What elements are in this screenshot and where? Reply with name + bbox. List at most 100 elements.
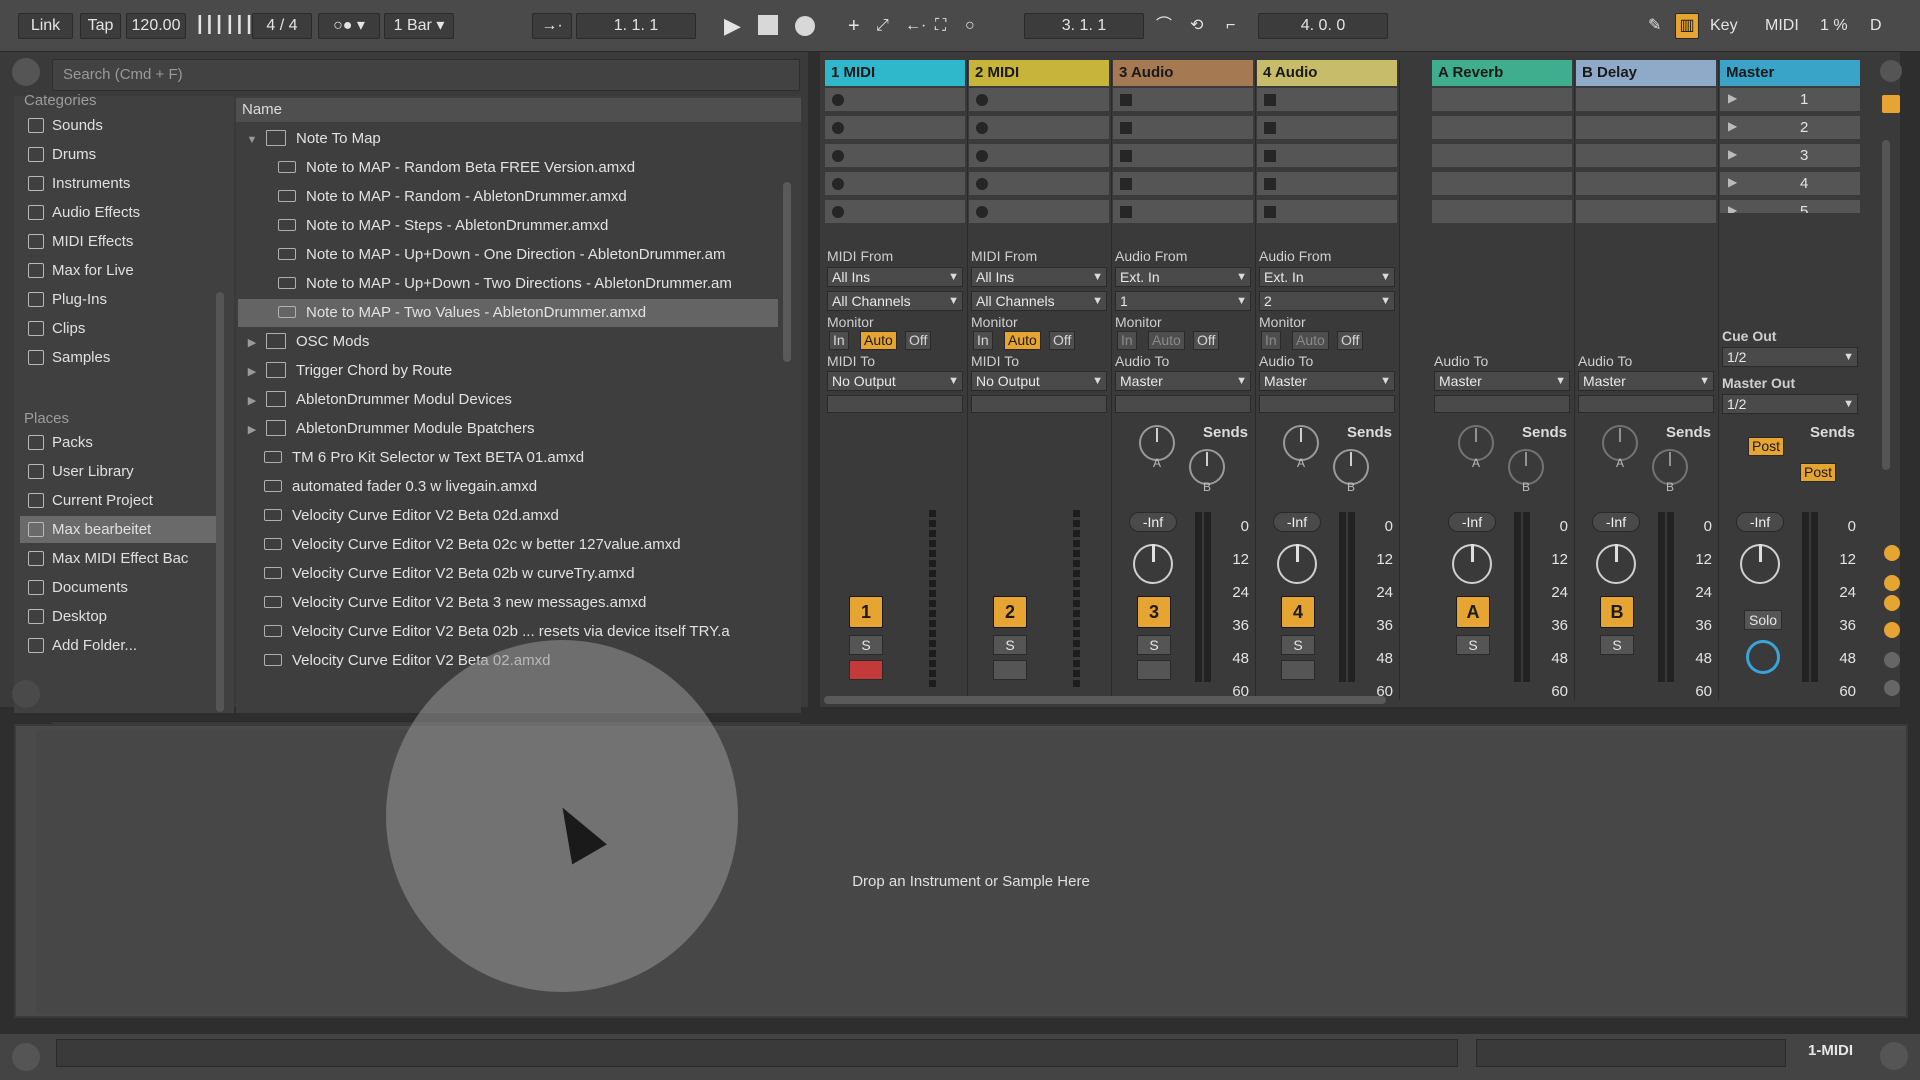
clip-slot[interactable] [825, 172, 965, 196]
volume-readout[interactable]: -Inf [1736, 512, 1784, 532]
sidebar-item-midi-effects[interactable]: MIDI Effects [20, 228, 220, 255]
session-horizontal-scrollbar[interactable] [824, 696, 1386, 704]
stop-slot-icon[interactable] [1120, 122, 1132, 134]
record-icon[interactable] [795, 16, 815, 36]
return-track-header[interactable]: A Reverb [1432, 60, 1572, 86]
sidebar-place-desktop[interactable]: Desktop [20, 603, 220, 630]
capture-icon[interactable]: ⛶ [935, 13, 946, 39]
output-channel-select[interactable] [1578, 395, 1714, 413]
output-select[interactable]: Master [1259, 371, 1395, 391]
sidebar-place-max-midi-effect-bac[interactable]: Max MIDI Effect Bac [20, 545, 220, 572]
monitor-in-button[interactable]: In [973, 331, 993, 350]
record-slot-icon[interactable] [832, 122, 844, 134]
sidebar-item-sounds[interactable]: Sounds [20, 112, 220, 139]
clip-slot[interactable] [1257, 116, 1397, 140]
device-view-toggle-icon[interactable] [1880, 1042, 1908, 1070]
loop-switch-icon[interactable]: ⟲ [1190, 13, 1203, 39]
solo-button[interactable]: S [849, 635, 883, 655]
solo-button[interactable]: S [1281, 635, 1315, 655]
input-type-select[interactable]: Ext. In [1115, 267, 1251, 287]
stop-slot-icon[interactable] [1264, 94, 1276, 106]
monitor-off-button[interactable]: Off [1193, 331, 1220, 350]
clip-slot[interactable] [1113, 200, 1253, 224]
list-item[interactable]: Velocity Curve Editor V2 Beta 02b w curv… [238, 560, 778, 588]
input-channel-select[interactable]: 1 [1115, 291, 1251, 311]
input-type-select[interactable]: All Ins [827, 267, 963, 287]
session-record-icon[interactable]: ○ [965, 13, 975, 39]
record-slot-icon[interactable] [976, 206, 988, 218]
metronome-button[interactable]: ○● ▾ [318, 13, 380, 39]
arm-button[interactable] [993, 660, 1027, 680]
track-volume-knob[interactable] [1133, 544, 1173, 584]
mixer-section-toggle-icon[interactable] [1884, 622, 1900, 638]
list-item[interactable]: Note to MAP - Two Values - AbletonDrumme… [238, 299, 778, 327]
list-item[interactable]: Note to MAP - Up+Down - One Direction - … [238, 241, 778, 269]
returns-toggle-icon[interactable] [1884, 595, 1900, 611]
scene-play-icon[interactable]: ▶ [1728, 203, 1737, 213]
send-b-post-button[interactable]: Post [1800, 463, 1837, 482]
loop-start-field[interactable]: 3. 1. 1 [1024, 13, 1144, 39]
device-drop-zone[interactable]: Drop an Instrument or Sample Here [36, 730, 1906, 1014]
clip-slot[interactable] [1257, 144, 1397, 168]
io-toggle-icon[interactable] [1884, 545, 1900, 561]
stop-slot-icon[interactable] [1264, 178, 1276, 190]
play-icon[interactable]: ▶ [724, 13, 741, 39]
clip-slot[interactable] [825, 200, 965, 224]
stop-slot-icon[interactable] [1120, 206, 1132, 218]
sidebar-item-plug-ins[interactable]: Plug-Ins [20, 286, 220, 313]
expand-triangle-icon[interactable]: ▶ [244, 329, 260, 356]
clip-slot[interactable] [1113, 116, 1253, 140]
master-track-header[interactable]: Master [1720, 60, 1860, 86]
sidebar-item-max-for-live[interactable]: Max for Live [20, 257, 220, 284]
input-channel-select[interactable]: 2 [1259, 291, 1395, 311]
stop-slot-icon[interactable] [1120, 94, 1132, 106]
clip-slot[interactable] [825, 116, 965, 140]
sidebar-place-user-library[interactable]: User Library [20, 458, 220, 485]
list-item[interactable]: Velocity Curve Editor V2 Beta 02b ... re… [238, 618, 778, 646]
list-item[interactable]: ▼ Note To Map [238, 125, 778, 153]
monitor-off-button[interactable]: Off [1337, 331, 1364, 350]
sidebar-item-samples[interactable]: Samples [20, 344, 220, 371]
session-vertical-scrollbar[interactable] [1882, 140, 1890, 470]
sidebar-place-max-bearbeitet[interactable]: Max bearbeitet [20, 516, 220, 543]
punch-out-icon[interactable]: ⌐ [1226, 13, 1235, 39]
record-slot-icon[interactable] [976, 178, 988, 190]
monitor-in-button[interactable]: In [829, 331, 849, 350]
computer-keyboard-icon[interactable]: ▥ [1675, 13, 1699, 39]
clip-slot[interactable] [969, 88, 1109, 112]
scene-launch[interactable]: ▶ 3 [1720, 144, 1860, 168]
volume-readout[interactable]: -Inf [1129, 512, 1177, 532]
list-item[interactable]: automated fader 0.3 w livegain.amxd [238, 473, 778, 501]
cue-out-select[interactable]: 1/2 [1722, 347, 1858, 367]
clip-slot[interactable] [969, 144, 1109, 168]
stop-icon[interactable] [758, 15, 778, 35]
scene-play-icon[interactable]: ▶ [1728, 119, 1737, 133]
output-channel-select[interactable] [1434, 395, 1570, 413]
track-activator-button[interactable]: 2 [993, 596, 1027, 628]
list-item[interactable]: ▶ AbletonDrummer Module Bpatchers [238, 415, 778, 443]
scene-launch[interactable]: ▶ 1 [1720, 88, 1860, 112]
record-slot-icon[interactable] [976, 150, 988, 162]
solo-button[interactable]: S [1456, 635, 1490, 655]
link-button[interactable]: Link [18, 13, 73, 39]
key-map-button[interactable]: Key [1710, 13, 1738, 39]
master-out-select[interactable]: 1/2 [1722, 394, 1858, 414]
clip-slot[interactable] [1432, 116, 1572, 140]
clip-slot[interactable] [1576, 172, 1716, 196]
tempo-field[interactable]: 120.00 [126, 13, 186, 39]
track-activator-button[interactable]: 1 [849, 596, 883, 628]
arrangement-position-field[interactable]: 1. 1. 1 [576, 13, 696, 39]
loop-length-field[interactable]: 4. 0. 0 [1258, 13, 1388, 39]
punch-in-icon[interactable]: ⌒ [1156, 13, 1172, 39]
list-item[interactable]: Velocity Curve Editor V2 Beta 02c w bett… [238, 531, 778, 559]
follow-icon[interactable]: →· [532, 13, 572, 39]
record-slot-icon[interactable] [976, 122, 988, 134]
sidebar-place-add-folder-[interactable]: Add Folder... [20, 632, 220, 659]
clip-slot[interactable] [825, 144, 965, 168]
list-item[interactable]: Note to MAP - Random - AbletonDrummer.am… [238, 183, 778, 211]
list-item[interactable]: Velocity Curve Editor V2 Beta 02d.amxd [238, 502, 778, 530]
arm-button[interactable] [1281, 660, 1315, 680]
stop-slot-icon[interactable] [1264, 122, 1276, 134]
list-item[interactable]: ▶ AbletonDrummer Modul Devices [238, 386, 778, 414]
send-a-post-button[interactable]: Post [1748, 437, 1785, 456]
